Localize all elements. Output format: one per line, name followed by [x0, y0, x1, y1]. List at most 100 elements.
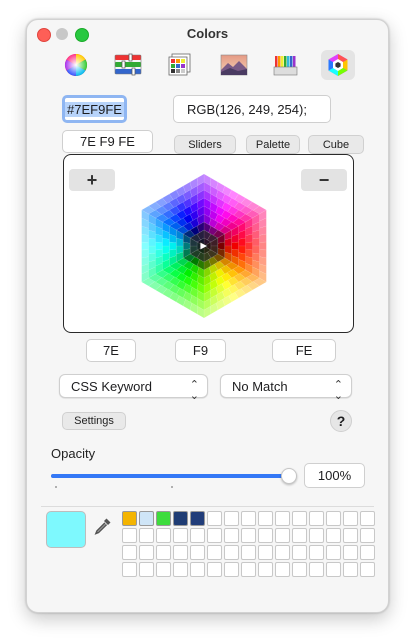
favorite-swatch[interactable]: [275, 545, 290, 560]
cube-button[interactable]: Cube: [308, 135, 364, 154]
favorite-swatch[interactable]: [343, 562, 358, 577]
favorite-swatch[interactable]: [326, 562, 341, 577]
toolbar-color-palettes[interactable]: [163, 50, 197, 80]
favorite-swatch[interactable]: [343, 528, 358, 543]
favorite-swatch[interactable]: [173, 545, 188, 560]
favorite-swatch[interactable]: [173, 511, 188, 526]
hex-color-cell[interactable]: [148, 237, 156, 247]
hex-color-cell[interactable]: [148, 245, 156, 255]
hex-color-cell[interactable]: [238, 237, 246, 247]
favorite-swatch[interactable]: [275, 562, 290, 577]
blue-component-field[interactable]: FE: [272, 339, 336, 362]
favorite-swatch[interactable]: [258, 562, 273, 577]
eyedropper-icon[interactable]: [94, 517, 112, 535]
favorite-swatch[interactable]: [156, 545, 171, 560]
favorite-swatch[interactable]: [190, 528, 205, 543]
plus-button[interactable]: +: [69, 169, 115, 191]
favorite-swatch[interactable]: [326, 528, 341, 543]
favorite-swatch[interactable]: [360, 528, 375, 543]
favorite-swatch[interactable]: [241, 545, 256, 560]
opacity-slider-knob[interactable]: [281, 468, 297, 484]
favorite-swatch[interactable]: [275, 511, 290, 526]
favorite-swatch[interactable]: [292, 528, 307, 543]
favorite-swatch[interactable]: [122, 545, 137, 560]
toolbar-pencils[interactable]: [269, 50, 303, 80]
favorite-swatch[interactable]: [190, 511, 205, 526]
hex-color-cell[interactable]: [259, 241, 267, 251]
favorite-swatch[interactable]: [156, 562, 171, 577]
hex-spaced-field[interactable]: 7E F9 FE: [62, 130, 153, 153]
favorite-swatch[interactable]: [309, 545, 324, 560]
favorite-swatch[interactable]: [224, 528, 239, 543]
help-button[interactable]: ?: [330, 410, 352, 432]
favorite-swatch[interactable]: [360, 562, 375, 577]
favorite-swatch[interactable]: [207, 562, 222, 577]
toolbar-color-wheel[interactable]: [59, 50, 93, 80]
favorite-swatch[interactable]: [258, 528, 273, 543]
palette-button[interactable]: Palette: [246, 135, 300, 154]
favorite-swatch[interactable]: [360, 545, 375, 560]
favorite-swatch[interactable]: [343, 545, 358, 560]
favorite-swatch[interactable]: [122, 511, 137, 526]
current-color-swatch[interactable]: [46, 511, 86, 548]
favorite-swatch[interactable]: [122, 562, 137, 577]
favorite-swatch[interactable]: [207, 528, 222, 543]
red-component-field[interactable]: 7E: [86, 339, 136, 362]
format-popup[interactable]: CSS Keyword ⌃ ⌄: [59, 374, 208, 402]
match-popup[interactable]: No Match ⌃ ⌄: [220, 374, 352, 402]
favorite-swatch[interactable]: [360, 511, 375, 526]
favorite-swatch[interactable]: [326, 545, 341, 560]
toolbar-hex-color-picker[interactable]: [321, 50, 355, 80]
sliders-button[interactable]: Sliders: [174, 135, 236, 154]
favorite-swatch[interactable]: [190, 562, 205, 577]
favorite-swatch[interactable]: [224, 511, 239, 526]
favorite-swatch[interactable]: [275, 528, 290, 543]
toolbar-color-sliders[interactable]: [111, 50, 145, 80]
hex-color-cell[interactable]: [155, 241, 163, 251]
favorite-swatch[interactable]: [258, 545, 273, 560]
favorite-swatch[interactable]: [241, 562, 256, 577]
favorite-swatch[interactable]: [309, 562, 324, 577]
favorite-swatch[interactable]: [139, 545, 154, 560]
favorite-swatch[interactable]: [309, 528, 324, 543]
favorite-swatch[interactable]: [309, 511, 324, 526]
favorite-swatch[interactable]: [139, 511, 154, 526]
favorite-swatch[interactable]: [224, 545, 239, 560]
green-component-field[interactable]: F9: [175, 339, 226, 362]
favorite-swatch[interactable]: [343, 511, 358, 526]
favorite-swatch[interactable]: [292, 545, 307, 560]
hex-color-cell[interactable]: [252, 245, 260, 255]
rgb-text-field[interactable]: RGB(126, 249, 254);: [173, 95, 331, 123]
favorite-swatch[interactable]: [207, 511, 222, 526]
favorite-swatch[interactable]: [241, 528, 256, 543]
opacity-slider[interactable]: [51, 468, 297, 484]
hex-color-cell[interactable]: [169, 241, 177, 251]
favorite-swatch[interactable]: [173, 528, 188, 543]
favorite-swatch[interactable]: [224, 562, 239, 577]
color-hexagon[interactable]: [129, 171, 279, 321]
minus-button[interactable]: −: [301, 169, 347, 191]
hex-color-cell[interactable]: [231, 241, 239, 251]
favorite-swatch[interactable]: [156, 528, 171, 543]
favorite-swatch[interactable]: [292, 511, 307, 526]
hex-color-cell[interactable]: [245, 241, 253, 251]
hex-color-cell[interactable]: [141, 249, 149, 259]
favorite-swatch[interactable]: [241, 511, 256, 526]
favorite-swatch[interactable]: [139, 528, 154, 543]
hex-color-cell[interactable]: [252, 237, 260, 247]
hex-color-cell[interactable]: [259, 233, 267, 243]
favorite-swatch[interactable]: [122, 528, 137, 543]
opacity-field[interactable]: 100%: [304, 463, 365, 488]
hex-color-cell[interactable]: [141, 241, 149, 251]
favorite-swatch[interactable]: [190, 545, 205, 560]
favorite-swatch[interactable]: [326, 511, 341, 526]
favorite-swatch[interactable]: [156, 511, 171, 526]
favorite-swatch[interactable]: [173, 562, 188, 577]
favorite-swatch[interactable]: [207, 545, 222, 560]
hex-color-field[interactable]: #7EF9FE: [62, 95, 127, 123]
settings-button[interactable]: Settings: [62, 412, 126, 430]
hex-color-cell[interactable]: [162, 245, 170, 255]
favorite-swatch[interactable]: [292, 562, 307, 577]
favorite-swatch[interactable]: [139, 562, 154, 577]
toolbar-image-palettes[interactable]: [217, 50, 251, 80]
